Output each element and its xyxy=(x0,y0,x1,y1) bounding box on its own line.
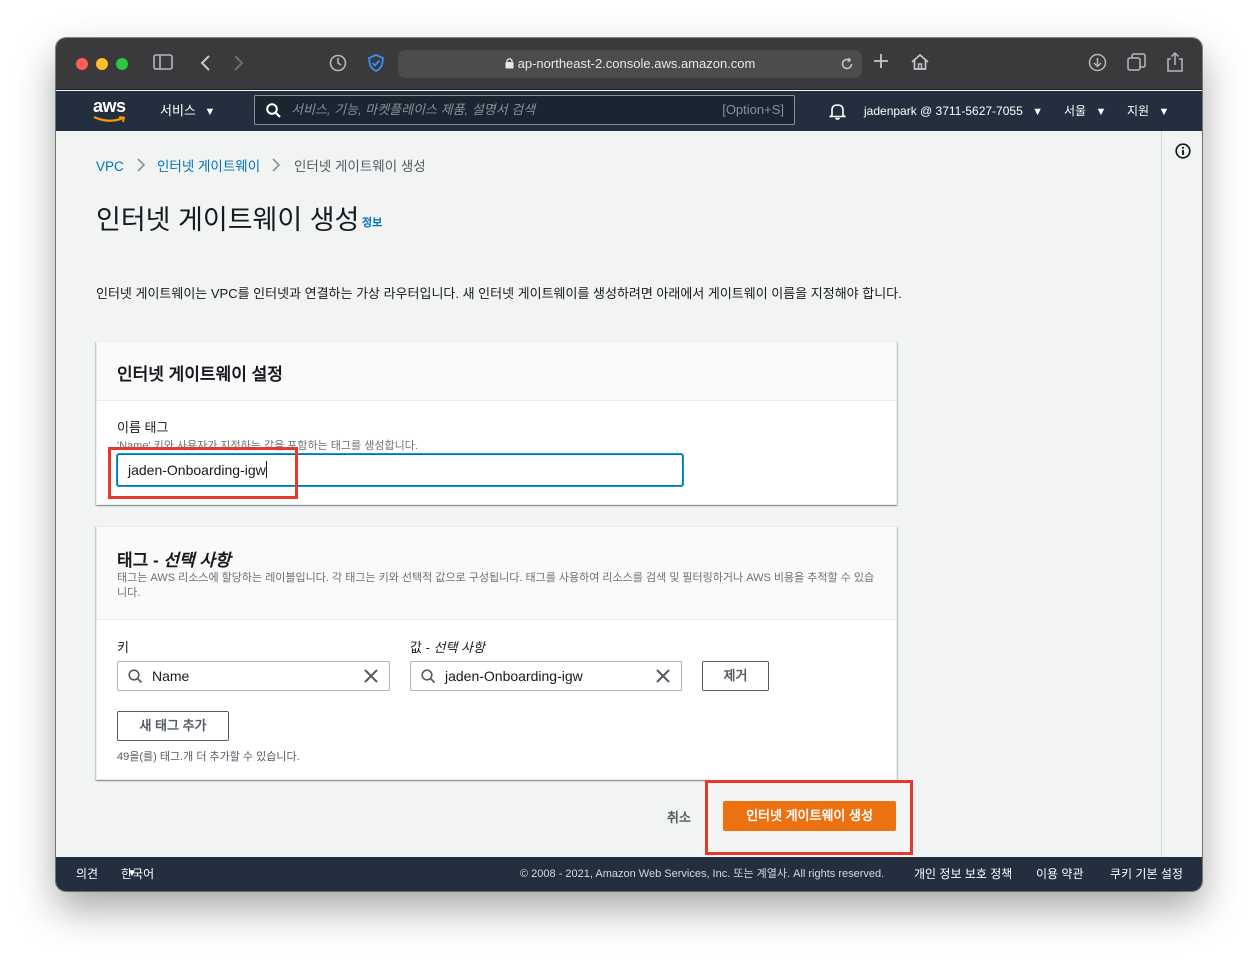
sidebar-icon[interactable] xyxy=(153,54,173,70)
breadcrumb-current: 인터넷 게이트웨이 생성 xyxy=(294,159,426,174)
back-icon[interactable] xyxy=(199,54,211,72)
highlight-box-create-button xyxy=(705,780,913,855)
breadcrumb-internet-gateways[interactable]: 인터넷 게이트웨이 xyxy=(157,158,260,176)
highlight-box-name-tag xyxy=(108,447,298,499)
feedback-link[interactable]: 의견 xyxy=(76,857,98,891)
reload-icon[interactable] xyxy=(840,57,854,71)
page-description: 인터넷 게이트웨이는 VPC를 인터넷과 연결하는 가상 라우터입니다. 새 인… xyxy=(96,286,902,301)
account-menu[interactable]: jadenpark @ 3711-5627-7055 ▼ xyxy=(864,91,1043,132)
caret-down-icon: ▼ xyxy=(1158,106,1170,118)
search-icon xyxy=(421,669,436,684)
copyright-text: © 2008 - 2021, Amazon Web Services, Inc.… xyxy=(520,868,885,880)
lock-icon xyxy=(505,57,514,69)
info-circle-icon[interactable] xyxy=(1175,143,1191,159)
aws-top-nav: aws 서비스 ▼ 서비스, 기능, 마켓플레이스 제품, 설명서 검색 [Op… xyxy=(56,91,1202,131)
panel-title: 태그 - 선택 사항 xyxy=(117,551,231,570)
browser-toolbar: ap-northeast-2.console.aws.amazon.com xyxy=(56,38,1202,90)
remove-tag-button[interactable]: 제거 xyxy=(702,661,769,691)
panel-title: 인터넷 게이트웨이 설정 xyxy=(117,365,283,384)
panel-header: 태그 - 선택 사항 태그는 AWS 리소스에 할당하는 레이블입니다. 각 태… xyxy=(97,527,896,620)
main-content: VPC 인터넷 게이트웨이 인터넷 게이트웨이 생성 인터넷 게이트웨이 생성 … xyxy=(56,131,1161,857)
panel-header: 인터넷 게이트웨이 설정 xyxy=(97,342,896,401)
help-panel-rail xyxy=(1161,131,1202,857)
console-search-input[interactable]: 서비스, 기능, 마켓플레이스 제품, 설명서 검색 [Option+S] xyxy=(254,95,795,125)
minimize-window-button[interactable] xyxy=(96,58,108,70)
caret-down-icon: ▼ xyxy=(1032,106,1043,118)
terms-link[interactable]: 이용 약관 xyxy=(1036,857,1084,891)
downloads-icon[interactable] xyxy=(1088,53,1107,72)
name-tag-label: 이름 태그 xyxy=(117,420,169,435)
caret-down-icon: ▼ xyxy=(204,106,216,118)
add-tag-button[interactable]: 새 태그 추가 xyxy=(117,711,229,741)
search-icon xyxy=(128,669,143,684)
console-footer: 의견 한국어 ▼ © 2008 - 2021, Amazon Web Servi… xyxy=(56,857,1202,891)
browser-window: ap-northeast-2.console.aws.amazon.com aw… xyxy=(56,38,1202,891)
forward-icon[interactable] xyxy=(233,54,245,72)
home-icon[interactable] xyxy=(910,52,930,72)
aws-logo[interactable]: aws xyxy=(93,96,127,126)
page-title: 인터넷 게이트웨이 생성 xyxy=(96,205,360,235)
tag-value-label: 값 - 선택 사항 xyxy=(410,640,485,655)
tabs-overview-icon[interactable] xyxy=(1127,53,1146,72)
privacy-link[interactable]: 개인 정보 보호 정책 xyxy=(914,857,1012,891)
tag-key-input[interactable]: Name xyxy=(117,661,390,691)
cancel-button[interactable]: 취소 xyxy=(667,807,691,826)
notifications-bell-icon[interactable] xyxy=(829,102,846,120)
tag-key-label: 키 xyxy=(117,640,129,655)
share-icon[interactable] xyxy=(1166,51,1184,73)
history-clock-icon[interactable] xyxy=(329,54,347,72)
cookie-preferences-link[interactable]: 쿠키 기본 설정 xyxy=(1110,857,1183,891)
search-icon xyxy=(266,103,281,118)
close-window-button[interactable] xyxy=(76,58,88,70)
address-bar[interactable]: ap-northeast-2.console.aws.amazon.com xyxy=(398,50,862,78)
region-menu[interactable]: 서울 ▼ xyxy=(1064,91,1106,132)
chevron-right-icon xyxy=(136,156,146,174)
clear-icon[interactable] xyxy=(364,669,378,683)
tags-description: 태그는 AWS 리소스에 할당하는 레이블입니다. 각 태그는 키와 선택적 값… xyxy=(117,572,875,599)
remaining-tags-hint: 49을(를) 태그.개 더 추가할 수 있습니다. xyxy=(117,751,300,763)
search-shortcut: [Option+S] xyxy=(722,102,784,117)
new-tab-plus-icon[interactable] xyxy=(873,53,889,69)
info-link[interactable]: 정보 xyxy=(362,214,382,230)
tag-value-input[interactable]: jaden-Onboarding-igw xyxy=(410,661,682,691)
zoom-window-button[interactable] xyxy=(116,58,128,70)
chevron-right-icon xyxy=(271,156,281,174)
url-text: ap-northeast-2.console.aws.amazon.com xyxy=(517,56,756,71)
search-placeholder: 서비스, 기능, 마켓플레이스 제품, 설명서 검색 xyxy=(291,102,536,117)
support-menu[interactable]: 지원 ▼ xyxy=(1127,91,1169,132)
shield-extension-icon[interactable] xyxy=(366,53,386,73)
tags-panel: 태그 - 선택 사항 태그는 AWS 리소스에 할당하는 레이블입니다. 각 태… xyxy=(96,526,897,780)
clear-icon[interactable] xyxy=(656,669,670,683)
services-menu[interactable]: 서비스 ▼ xyxy=(160,91,215,132)
breadcrumb-vpc[interactable]: VPC xyxy=(96,158,124,176)
caret-down-icon: ▼ xyxy=(1095,106,1107,118)
caret-down-icon: ▼ xyxy=(127,868,137,879)
